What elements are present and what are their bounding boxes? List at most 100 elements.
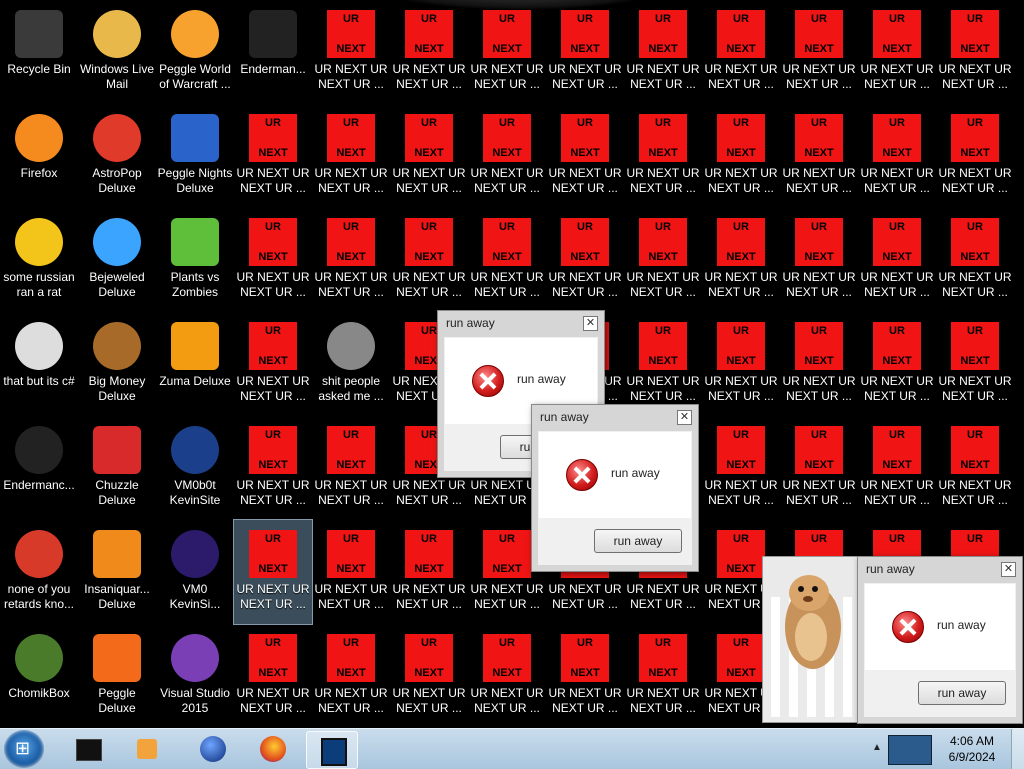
- close-icon[interactable]: ✕: [583, 316, 598, 331]
- ur-next-icon[interactable]: URNEXT UR NEXT UR NEXT UR ...: [234, 624, 312, 728]
- ur-next-icon[interactable]: URNEXT UR NEXT UR NEXT UR ...: [468, 0, 546, 104]
- ur-next-icon[interactable]: URNEXT UR NEXT UR NEXT UR ...: [858, 312, 936, 416]
- ur-next-icon[interactable]: URNEXT UR NEXT UR NEXT UR ...: [390, 0, 468, 104]
- ur-next-icon[interactable]: URNEXT UR NEXT UR NEXT UR ...: [546, 624, 624, 728]
- ur-next-icon[interactable]: URNEXT UR NEXT UR NEXT UR ...: [702, 0, 780, 104]
- ur-next-image-icon: URNEXT: [717, 530, 765, 578]
- desktop-icon[interactable]: Peggle Nights Deluxe: [156, 104, 234, 208]
- desktop-icon[interactable]: Enderman...: [234, 0, 312, 104]
- desktop-icon[interactable]: Peggle Deluxe: [78, 624, 156, 728]
- ur-next-icon[interactable]: URNEXT UR NEXT UR NEXT UR ...: [936, 104, 1014, 208]
- ur-next-icon[interactable]: URNEXT UR NEXT UR NEXT UR ...: [780, 208, 858, 312]
- desktop-icon[interactable]: ChomikBox: [0, 624, 78, 728]
- ur-next-image-icon: URNEXT: [639, 10, 687, 58]
- icon-label: UR NEXT UR NEXT UR ...: [314, 686, 388, 715]
- taskbar-media-player-icon[interactable]: [122, 731, 172, 767]
- ur-next-icon[interactable]: URNEXT UR NEXT UR NEXT UR ...: [234, 208, 312, 312]
- ur-next-icon[interactable]: URNEXT UR NEXT UR NEXT UR ...: [312, 416, 390, 520]
- ur-next-icon[interactable]: URNEXT UR NEXT UR NEXT UR ...: [858, 416, 936, 520]
- ur-next-icon[interactable]: URNEXT UR NEXT UR NEXT UR ...: [780, 312, 858, 416]
- ur-next-icon[interactable]: URNEXT UR NEXT UR NEXT UR ...: [858, 0, 936, 104]
- ur-next-icon[interactable]: URNEXT UR NEXT UR NEXT UR ...: [390, 624, 468, 728]
- icon-label: VM0b0t KevinSite: [169, 478, 221, 507]
- tray-expand-icon[interactable]: ▲: [872, 742, 882, 753]
- icon-label: UR NEXT UR NEXT UR ...: [938, 62, 1012, 91]
- taskbar-globe-icon[interactable]: [188, 731, 238, 767]
- desktop-icon[interactable]: none of you retards kno...: [0, 520, 78, 624]
- desktop-icon[interactable]: Chuzzle Deluxe: [78, 416, 156, 520]
- ur-next-icon[interactable]: URNEXT UR NEXT UR NEXT UR ...: [624, 208, 702, 312]
- desktop-icon[interactable]: AstroPop Deluxe: [78, 104, 156, 208]
- desktop-icon[interactable]: some russian ran a rat: [0, 208, 78, 312]
- ur-next-icon[interactable]: URNEXT UR NEXT UR NEXT UR ...: [624, 312, 702, 416]
- ur-next-icon[interactable]: URNEXT UR NEXT UR NEXT UR ...: [858, 208, 936, 312]
- ur-next-icon[interactable]: URNEXT UR NEXT UR NEXT UR ...: [546, 104, 624, 208]
- ur-next-icon[interactable]: URNEXT UR NEXT UR NEXT UR ...: [468, 104, 546, 208]
- desktop-icon[interactable]: Recycle Bin: [0, 0, 78, 104]
- desktop-icon[interactable]: Insaniquar... Deluxe: [78, 520, 156, 624]
- ur-next-icon[interactable]: URNEXT UR NEXT UR NEXT UR ...: [624, 0, 702, 104]
- ur-next-icon[interactable]: URNEXT UR NEXT UR NEXT UR ...: [936, 208, 1014, 312]
- run-away-button[interactable]: run away: [918, 681, 1006, 705]
- ur-next-icon[interactable]: URNEXT UR NEXT UR NEXT UR ...: [468, 624, 546, 728]
- icon-label: UR NEXT UR NEXT UR ...: [548, 686, 622, 715]
- desktop-icon[interactable]: VM0b0t KevinSite: [156, 416, 234, 520]
- error-dialog[interactable]: run away ✕ run away run away: [531, 404, 699, 572]
- ur-next-icon[interactable]: URNEXT UR NEXT UR NEXT UR ...: [780, 104, 858, 208]
- desktop-icon[interactable]: Endermanc...: [0, 416, 78, 520]
- ur-next-icon[interactable]: URNEXT UR NEXT UR NEXT UR ...: [624, 624, 702, 728]
- ur-next-icon[interactable]: URNEXT UR NEXT UR NEXT UR ...: [936, 0, 1014, 104]
- ur-next-icon[interactable]: URNEXT UR NEXT UR NEXT UR ...: [234, 312, 312, 416]
- desktop-icon[interactable]: Zuma Deluxe: [156, 312, 234, 416]
- ur-next-icon[interactable]: URNEXT UR NEXT UR NEXT UR ...: [546, 208, 624, 312]
- desktop-icon[interactable]: that but its c#: [0, 312, 78, 416]
- dialog-title: run away: [540, 410, 589, 424]
- close-icon[interactable]: ✕: [677, 410, 692, 425]
- ur-next-icon[interactable]: URNEXT UR NEXT UR NEXT UR ...: [936, 312, 1014, 416]
- ur-next-icon[interactable]: URNEXT UR NEXT UR NEXT UR ...: [390, 104, 468, 208]
- taskbar-firefox-icon[interactable]: [248, 731, 298, 767]
- desktop-icon[interactable]: Visual Studio 2015: [156, 624, 234, 728]
- ur-next-icon[interactable]: URNEXT UR NEXT UR NEXT UR ...: [312, 208, 390, 312]
- ur-next-icon[interactable]: URNEXT UR NEXT UR NEXT UR ...: [858, 104, 936, 208]
- desktop-icon[interactable]: Bejeweled Deluxe: [78, 208, 156, 312]
- run-away-button[interactable]: run away: [594, 529, 682, 553]
- ur-next-icon[interactable]: URNEXT UR NEXT UR NEXT UR ...: [702, 104, 780, 208]
- ur-next-icon[interactable]: URNEXT UR NEXT UR NEXT UR ...: [468, 208, 546, 312]
- desktop-icon[interactable]: Big Money Deluxe: [78, 312, 156, 416]
- desktop-icon[interactable]: shit people asked me ...: [312, 312, 390, 416]
- hamster-window[interactable]: [762, 556, 860, 723]
- ur-next-icon[interactable]: URNEXT UR NEXT UR NEXT UR ...: [390, 520, 468, 624]
- show-desktop-button[interactable]: [1011, 729, 1024, 769]
- desktop-icon[interactable]: VM0 KevinSi...: [156, 520, 234, 624]
- ur-next-icon[interactable]: URNEXT UR NEXT UR NEXT UR ...: [312, 520, 390, 624]
- ur-next-icon[interactable]: URNEXT UR NEXT UR NEXT UR ...: [312, 104, 390, 208]
- ur-next-icon[interactable]: URNEXT UR NEXT UR NEXT UR ...: [702, 416, 780, 520]
- desktop-icon[interactable]: Firefox: [0, 104, 78, 208]
- ur-next-icon[interactable]: URNEXT UR NEXT UR NEXT UR ...: [312, 624, 390, 728]
- desktop-icon[interactable]: Plants vs Zombies: [156, 208, 234, 312]
- ur-next-icon[interactable]: URNEXT UR NEXT UR NEXT UR ...: [702, 312, 780, 416]
- ur-next-icon[interactable]: URNEXT UR NEXT UR NEXT UR ...: [624, 104, 702, 208]
- error-dialog[interactable]: run away ✕ run away run away: [857, 556, 1023, 724]
- ur-next-icon[interactable]: URNEXT UR NEXT UR NEXT UR ...: [233, 519, 313, 625]
- taskbar-cmd-icon[interactable]: [62, 731, 112, 767]
- ur-next-icon[interactable]: URNEXT UR NEXT UR NEXT UR ...: [312, 0, 390, 104]
- ur-next-icon[interactable]: URNEXT UR NEXT UR NEXT UR ...: [702, 208, 780, 312]
- clock[interactable]: 4:06 AM 6/9/2024: [942, 733, 1002, 765]
- ur-next-image-icon: URNEXT: [951, 426, 999, 474]
- ur-next-icon[interactable]: URNEXT UR NEXT UR NEXT UR ...: [780, 0, 858, 104]
- ur-next-icon[interactable]: URNEXT UR NEXT UR NEXT UR ...: [780, 416, 858, 520]
- ur-next-icon[interactable]: URNEXT UR NEXT UR NEXT UR ...: [234, 104, 312, 208]
- ur-next-icon[interactable]: URNEXT UR NEXT UR NEXT UR ...: [234, 416, 312, 520]
- ur-next-icon[interactable]: URNEXT UR NEXT UR NEXT UR ...: [390, 208, 468, 312]
- ur-next-icon[interactable]: URNEXT UR NEXT UR NEXT UR ...: [546, 0, 624, 104]
- tray-app-icon[interactable]: [888, 735, 932, 765]
- taskbar-active-app-icon[interactable]: [306, 731, 358, 769]
- desktop-icon[interactable]: Windows Live Mail: [78, 0, 156, 104]
- ur-next-icon[interactable]: URNEXT UR NEXT UR NEXT UR ...: [936, 416, 1014, 520]
- icon-label: UR NEXT UR NEXT UR ...: [626, 62, 700, 91]
- desktop-icon[interactable]: Peggle World of Warcraft ...: [156, 0, 234, 104]
- start-button[interactable]: ⊞: [4, 730, 44, 768]
- close-icon[interactable]: ✕: [1001, 562, 1016, 577]
